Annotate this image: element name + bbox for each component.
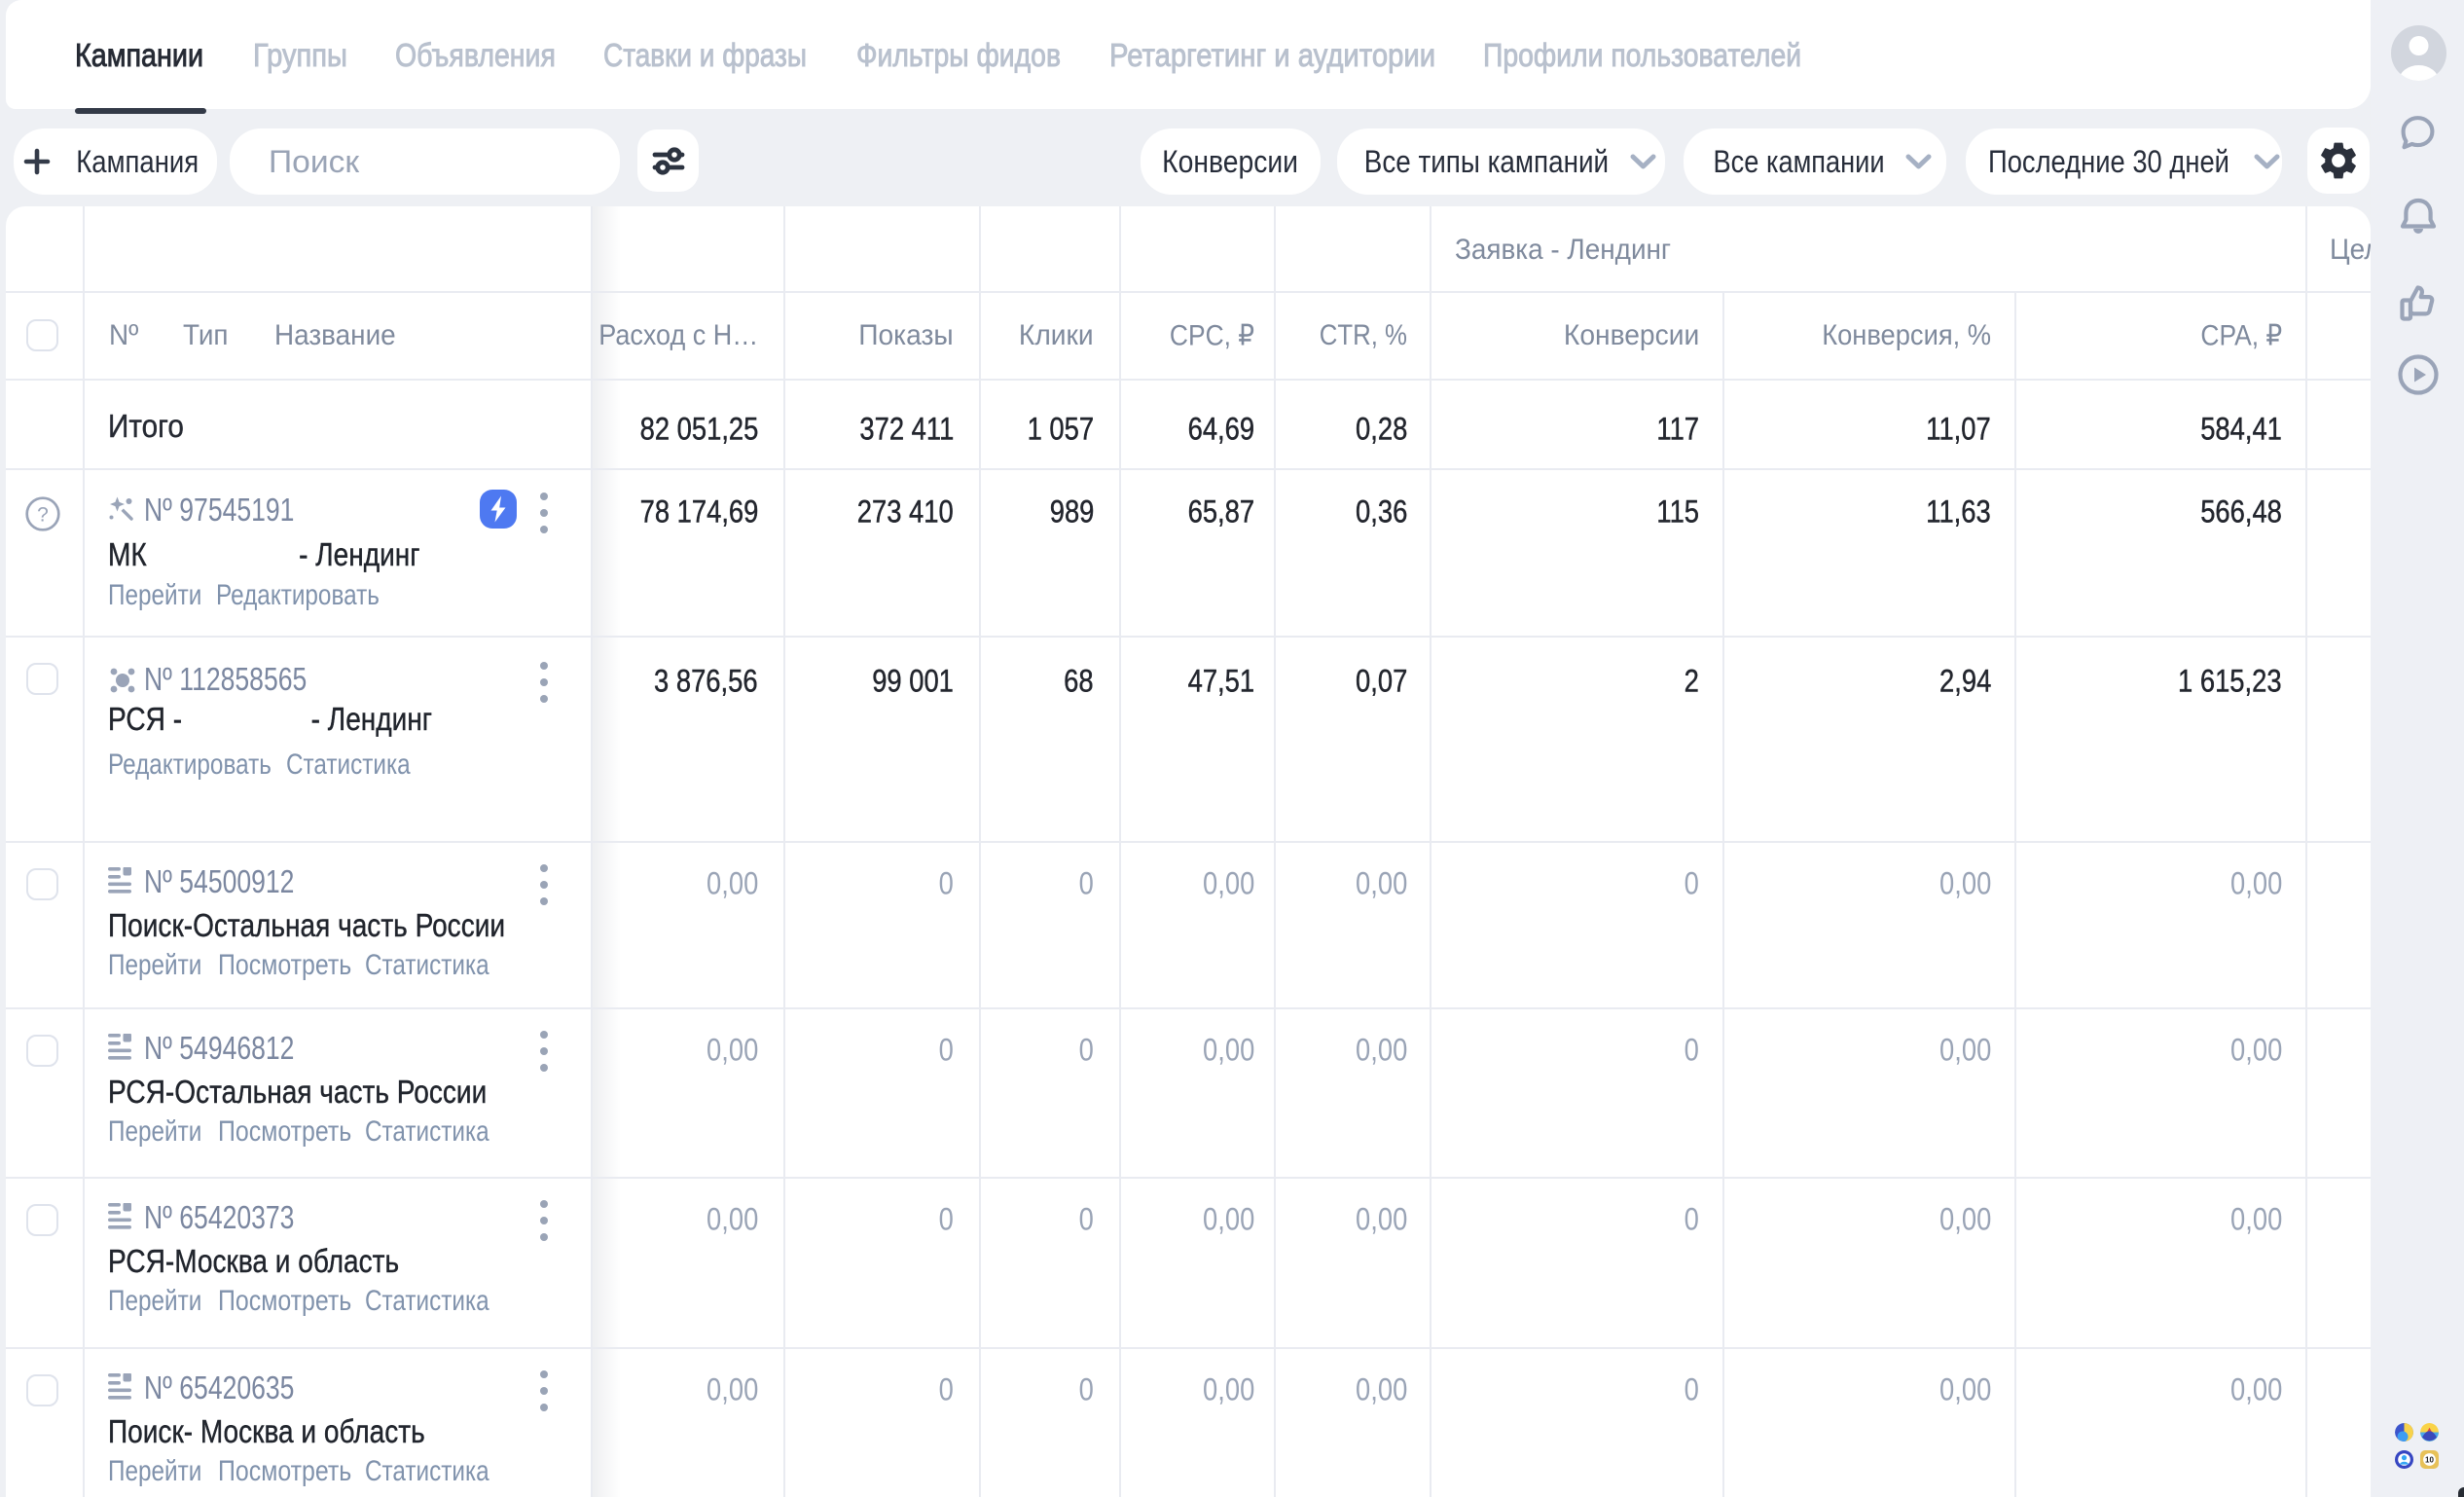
svg-text:?: ? [37,504,49,527]
svg-text:10: 10 [2425,1455,2434,1464]
